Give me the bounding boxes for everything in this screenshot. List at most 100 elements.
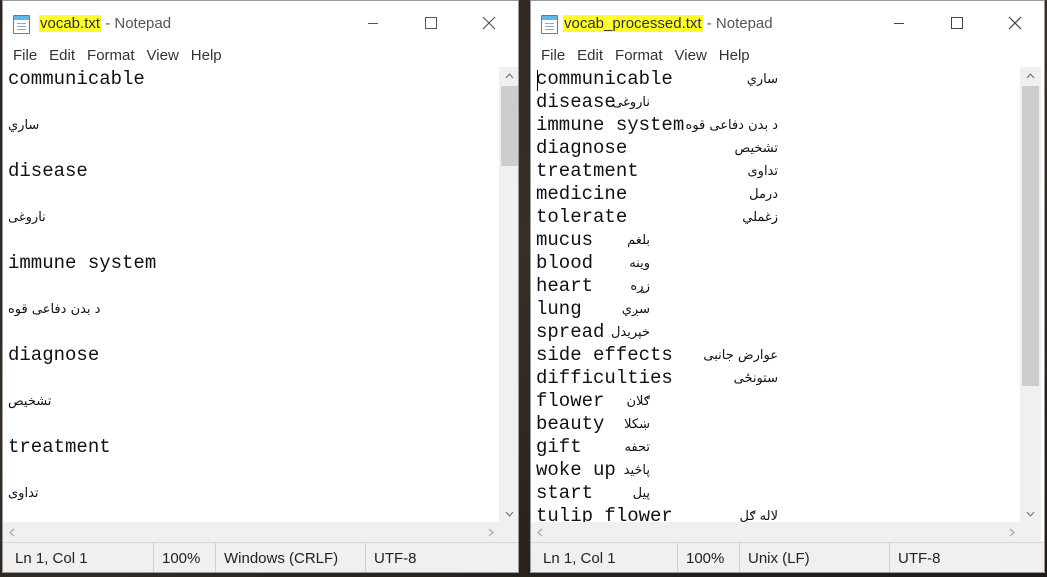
scroll-left-button[interactable] [3,522,20,542]
vocab-pair-line: difficulties ستونځی [536,367,1006,390]
scroll-left-button[interactable] [531,522,548,542]
maximize-button[interactable] [928,1,986,45]
scroll-right-button[interactable] [482,522,499,542]
close-button[interactable] [460,1,518,45]
pashto-term: تشخیص [734,141,778,156]
pashto-term: پاڅید [623,463,650,478]
horizontal-scrollbar[interactable] [3,522,499,542]
scroll-up-button[interactable] [1020,67,1041,84]
english-term: mucus [536,229,594,251]
scroll-right-arrow-icon [1009,528,1015,536]
scroll-up-button[interactable] [499,67,518,84]
menu-help[interactable]: Help [185,45,228,67]
english-term: heart [536,275,594,297]
english-term: tolerate [536,206,628,228]
maximize-icon [951,17,963,29]
english-term: side effects [536,344,673,366]
vocab-pair-line: communicable ساري [536,68,1006,91]
horizontal-scrollbar[interactable] [531,522,1020,542]
minimize-icon [368,23,378,24]
scroll-down-arrow-icon [1026,511,1035,517]
vocab-pair-line: beauty ښکلا [536,413,1006,436]
minimize-button[interactable] [344,1,402,45]
text-line: disease [8,160,88,182]
pashto-term: ستونځی [733,371,778,386]
text-editor[interactable]: communicable ساري disease ناروغی immune … [3,67,499,522]
pashto-term: خپریدل [610,325,650,340]
english-term: communicable [536,68,673,90]
english-term: beauty [536,413,605,435]
scroll-left-arrow-icon [8,528,14,536]
scroll-thumb[interactable] [1022,86,1039,386]
menu-file[interactable]: File [535,45,571,67]
vocab-pair-line: mucus بلغم [536,229,1006,252]
vocab-pair-line: medicine درمل [536,183,1006,206]
scroll-down-button[interactable] [1020,505,1041,522]
scroll-thumb[interactable] [501,86,518,166]
pashto-term: ګلان [626,394,651,409]
scroll-down-arrow-icon [505,511,514,517]
pashto-term: بلغم [627,233,650,248]
scroll-right-button[interactable] [1003,522,1020,542]
text-line: immune system [8,252,157,274]
text-line: treatment [8,436,111,458]
text-line: diagnose [8,344,100,366]
text-line: د بدن دفاعی قوه [8,302,101,317]
title-bar[interactable]: vocab_processed.txt - Notepad [531,1,1044,45]
vocab-pair-line: diagnose تشخیص [536,137,1006,160]
pashto-term: ښکلا [624,417,650,432]
scroll-down-button[interactable] [499,505,518,522]
menu-edit[interactable]: Edit [571,45,609,67]
pashto-term: سږي [621,302,650,317]
menu-file[interactable]: File [7,45,43,67]
text-line: تداوی [8,486,39,501]
text-line: communicable [8,68,145,90]
menu-format[interactable]: Format [81,45,141,67]
title-filename: vocab.txt [39,15,102,32]
minimize-button[interactable] [870,1,928,45]
english-term: tulip flower [536,505,673,522]
title-bar[interactable]: vocab.txt - Notepad [3,1,518,45]
english-term: immune system [536,114,685,136]
maximize-button[interactable] [402,1,460,45]
english-term: woke up [536,459,616,481]
status-bar: Ln 1, Col 1 100% Unix (LF) UTF-8 [531,542,1044,572]
vocab-pair-line: woke up پاڅید [536,459,1006,482]
vocab-pair-line: tolerate زغملي [536,206,1006,229]
vocab-pair-line: blood وینه [536,252,1006,275]
scroll-up-arrow-icon [1026,72,1035,78]
title-app-name: - Notepad [702,15,773,32]
menu-view[interactable]: View [669,45,713,67]
close-icon [482,16,496,30]
vocab-pair-line: disease ناروغی [536,91,1006,114]
menu-format[interactable]: Format [609,45,669,67]
menu-help[interactable]: Help [713,45,756,67]
english-term: spread [536,321,605,343]
text-line: ناروغی [8,210,46,225]
pashto-term: تداوی [747,164,778,179]
notepad-icon [13,15,30,34]
close-button[interactable] [986,1,1044,45]
pashto-term: درمل [749,187,778,202]
status-line-ending: Unix (LF) [739,543,889,572]
window-title: vocab_processed.txt - Notepad [563,15,773,32]
pashto-term: لاله ګل [739,509,778,522]
text-editor[interactable]: communicable ساري disease ناروغی immune syst… [531,67,1020,522]
pashto-term: زغملي [742,210,778,225]
vocab-pair-line: side effects عوارض جانبی [536,344,1006,367]
vertical-scrollbar[interactable] [1020,67,1041,522]
menu-bar: File Edit Format View Help [531,45,1044,67]
english-term: treatment [536,160,639,182]
status-encoding: UTF-8 [889,543,1044,572]
menu-view[interactable]: View [141,45,185,67]
vertical-scrollbar[interactable] [499,67,518,522]
status-encoding: UTF-8 [365,543,518,572]
vocab-pair-line: flower ګلان [536,390,1006,413]
close-icon [1008,16,1022,30]
status-bar: Ln 1, Col 1 100% Windows (CRLF) UTF-8 [3,542,518,572]
english-term: gift [536,436,582,458]
english-term: start [536,482,594,504]
vocab-pair-line: immune system د بدن دفاعی قوه [536,114,1006,137]
menu-edit[interactable]: Edit [43,45,81,67]
english-term: medicine [536,183,628,205]
